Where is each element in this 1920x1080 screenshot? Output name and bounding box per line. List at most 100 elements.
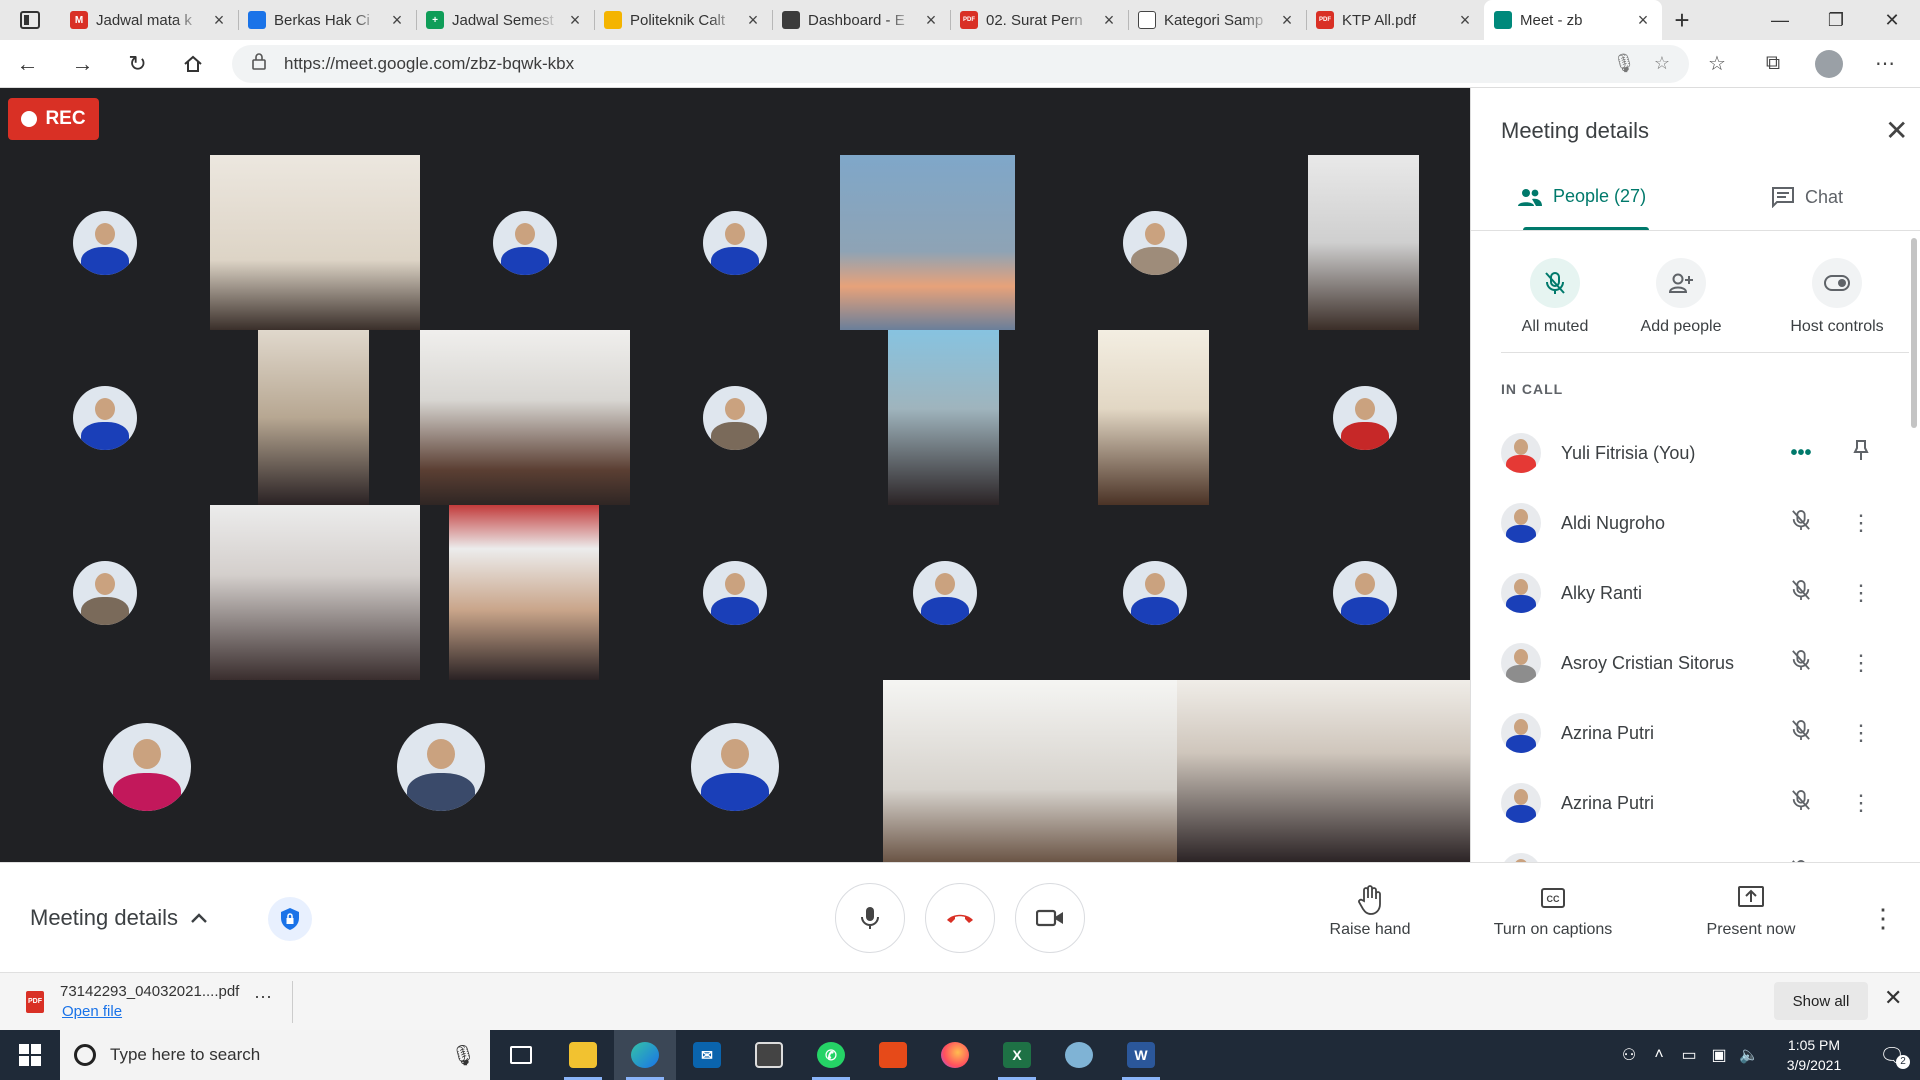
maximize-button[interactable]: ❐ (1808, 0, 1864, 40)
participant-video-tile[interactable] (210, 155, 420, 330)
close-tab-icon[interactable]: × (922, 10, 940, 31)
minimize-button[interactable]: — (1752, 0, 1808, 40)
close-shelf-button[interactable]: ✕ (1884, 985, 1902, 1011)
browser-tab[interactable]: Meet - zb × (1484, 0, 1662, 40)
close-tab-icon[interactable]: × (1456, 10, 1474, 31)
network-icon[interactable]: ▣ (1704, 1045, 1734, 1065)
taskbar-word[interactable]: W (1110, 1030, 1172, 1080)
clock[interactable]: 1:05 PM 3/9/2021 (1764, 1035, 1864, 1075)
taskbar-file-explorer[interactable] (552, 1030, 614, 1080)
task-view-button[interactable] (490, 1030, 552, 1080)
participant-menu-icon[interactable]: ⋮ (1841, 720, 1881, 746)
start-button[interactable] (0, 1030, 60, 1080)
chevron-up-icon[interactable]: ˄ (1644, 1046, 1674, 1064)
participant-menu-icon[interactable]: ⋮ (1841, 580, 1881, 606)
close-window-button[interactable]: ✕ (1864, 0, 1920, 40)
taskbar-search[interactable]: Type here to search 🎙 (60, 1030, 490, 1080)
participant-row[interactable]: Azrina Putri ⋮ (1471, 698, 1920, 768)
taskbar-paint[interactable] (1048, 1030, 1110, 1080)
battery-icon[interactable]: ▭ (1674, 1045, 1704, 1065)
profile-avatar[interactable] (1801, 40, 1857, 88)
participant-row[interactable]: Yuli Fitrisia (You) ••• (1471, 418, 1920, 488)
show-all-button[interactable]: Show all (1774, 982, 1868, 1020)
taskbar-mail[interactable]: ✉ (676, 1030, 738, 1080)
close-tab-icon[interactable]: × (566, 10, 584, 31)
browser-tab[interactable]: + Jadwal Semest × (416, 0, 594, 40)
browser-tab[interactable]: Politeknik Calt × (594, 0, 772, 40)
all-muted-button[interactable]: All muted (1495, 258, 1615, 336)
close-tab-icon[interactable]: × (388, 10, 406, 31)
microphone-icon[interactable]: 🎙 (451, 1043, 476, 1068)
meeting-details-toggle[interactable]: Meeting details (30, 905, 208, 931)
add-favorite-icon[interactable]: ☆ (1649, 53, 1675, 74)
close-tab-icon[interactable]: × (744, 10, 762, 31)
participant-video-tile[interactable] (210, 505, 420, 680)
present-now-button[interactable]: Present now (1696, 885, 1806, 939)
leave-call-button[interactable] (925, 883, 995, 953)
participant-row[interactable]: Azrina Putri ⋮ (1471, 768, 1920, 838)
participant-row[interactable]: Asroy Cristian Sitorus ⋮ (1471, 628, 1920, 698)
download-filename[interactable]: 73142293_04032021....pdf (60, 983, 239, 1000)
participant-video-tile[interactable] (1098, 330, 1209, 505)
close-tab-icon[interactable]: × (1278, 10, 1296, 31)
participant-row[interactable]: Alky Ranti ⋮ (1471, 558, 1920, 628)
browser-tab[interactable]: PDF 02. Surat Pern × (950, 0, 1128, 40)
taskbar-office[interactable] (862, 1030, 924, 1080)
microphone-icon[interactable]: 🎙 (1611, 53, 1637, 74)
tab-people[interactable]: People (27) (1517, 186, 1646, 207)
more-options-icon[interactable]: ⋮ (1870, 903, 1896, 934)
taskbar-store[interactable] (738, 1030, 800, 1080)
settings-more-icon[interactable]: ⋯ (1857, 40, 1913, 88)
browser-tab[interactable]: Berkas Hak Ci × (238, 0, 416, 40)
participant-row[interactable]: Aldi Nugroho ⋮ (1471, 488, 1920, 558)
taskbar-firefox[interactable] (924, 1030, 986, 1080)
participant-video-tile[interactable] (449, 505, 599, 680)
browser-tab[interactable]: PDF KTP All.pdf × (1306, 0, 1484, 40)
home-button[interactable] (165, 40, 220, 88)
browser-tab[interactable]: Kategori Samp × (1128, 0, 1306, 40)
security-shield-icon[interactable] (268, 897, 312, 941)
forward-button[interactable]: → (55, 40, 110, 88)
taskbar-edge[interactable] (614, 1030, 676, 1080)
participant-menu-icon[interactable]: ⋮ (1841, 790, 1881, 816)
volume-icon[interactable]: 🔈 (1734, 1045, 1764, 1065)
favorites-icon[interactable]: ☆ (1689, 40, 1745, 88)
url-field[interactable]: https://meet.google.com/zbz-bqwk-kbx 🎙 ☆ (232, 44, 1689, 83)
download-more-icon[interactable]: ⋯ (254, 987, 272, 1008)
add-people-button[interactable]: Add people (1621, 258, 1741, 336)
close-tab-icon[interactable]: × (1100, 10, 1118, 31)
raise-hand-button[interactable]: Raise hand (1320, 885, 1420, 939)
collections-icon[interactable]: ⧉ (1745, 40, 1801, 88)
taskbar-whatsapp[interactable]: ✆ (800, 1030, 862, 1080)
pin-icon[interactable] (1841, 439, 1881, 467)
open-file-link[interactable]: Open file (62, 1003, 122, 1020)
participant-video-tile[interactable] (420, 330, 630, 505)
tab-actions-menu-icon[interactable] (0, 0, 60, 40)
participant-video-tile[interactable] (1177, 680, 1470, 862)
taskbar-excel[interactable]: X (986, 1030, 1048, 1080)
close-tab-icon[interactable]: × (1634, 10, 1652, 31)
participant-video-tile[interactable] (840, 155, 1015, 330)
participant-video-tile[interactable] (888, 330, 999, 505)
notifications-icon[interactable]: 🗨 2 (1864, 1043, 1920, 1069)
close-panel-button[interactable]: ✕ (1885, 114, 1908, 147)
panel-scrollbar[interactable] (1911, 238, 1917, 428)
camera-button[interactable] (1015, 883, 1085, 953)
participant-video-tile[interactable] (883, 680, 1177, 862)
participant-menu-icon[interactable]: ⋮ (1841, 510, 1881, 536)
participant-video-tile[interactable] (1308, 155, 1419, 330)
participant-menu-icon[interactable]: ⋮ (1841, 650, 1881, 676)
tab-chat[interactable]: Chat (1771, 186, 1843, 208)
people-icon[interactable]: ⚇ (1614, 1045, 1644, 1065)
participant-video-tile[interactable] (258, 330, 369, 505)
participant-row[interactable]: ⋮ (1471, 838, 1920, 862)
new-tab-button[interactable]: + (1662, 0, 1702, 40)
refresh-button[interactable]: ↻ (110, 40, 165, 88)
microphone-button[interactable] (835, 883, 905, 953)
host-controls-button[interactable]: Host controls (1767, 258, 1907, 336)
browser-tab[interactable]: M Jadwal mata k × (60, 0, 238, 40)
browser-tab[interactable]: Dashboard - E × (772, 0, 950, 40)
back-button[interactable]: ← (0, 40, 55, 88)
captions-button[interactable]: CC Turn on captions (1480, 885, 1626, 939)
close-tab-icon[interactable]: × (210, 10, 228, 31)
